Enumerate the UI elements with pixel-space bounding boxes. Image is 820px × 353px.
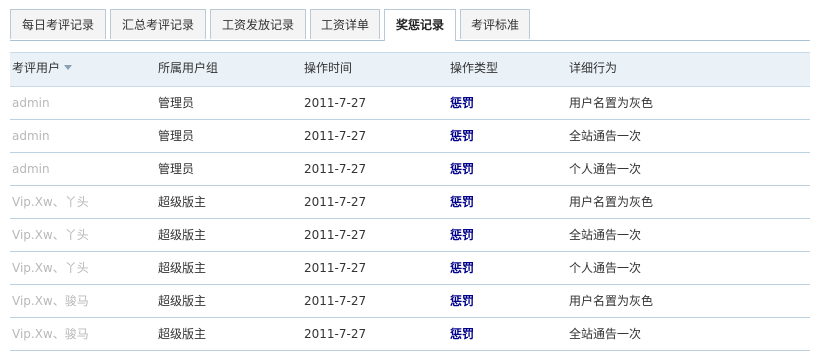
cell-type: 惩罚	[450, 294, 475, 308]
tab-reward-punishment[interactable]: 奖惩记录	[384, 9, 456, 41]
tab-salary-details[interactable]: 工资详单	[310, 9, 380, 39]
cell-type: 惩罚	[450, 195, 475, 209]
cell-detail: 全站通告一次	[569, 327, 642, 341]
cell-group: 超级版主	[158, 294, 207, 308]
tab-evaluation-standard[interactable]: 考评标准	[460, 9, 530, 39]
cell-user[interactable]: admin	[12, 153, 50, 185]
tab-summary-records[interactable]: 汇总考评记录	[110, 9, 206, 39]
cell-detail: 全站通告一次	[569, 228, 642, 242]
cell-type: 惩罚	[450, 162, 475, 176]
cell-detail: 用户名置为灰色	[569, 294, 654, 308]
cell-time: 2011-7-27	[304, 327, 367, 341]
table-header: 考评用户 所属用户组 操作时间 操作类型 详细行为	[10, 52, 810, 87]
header-time: 操作时间	[304, 61, 353, 75]
cell-group: 管理员	[158, 129, 195, 143]
cell-group: 管理员	[158, 162, 195, 176]
table-row: admin 管理员 2011-7-27 惩罚 用户名置为灰色	[10, 87, 810, 120]
cell-group: 超级版主	[158, 195, 207, 209]
table-row: Vip.Xw、丫头 超级版主 2011-7-27 惩罚 全站通告一次	[10, 219, 810, 252]
table-row: Vip.Xw、丫头 超级版主 2011-7-27 惩罚 用户名置为灰色	[10, 186, 810, 219]
cell-type: 惩罚	[450, 327, 475, 341]
cell-time: 2011-7-27	[304, 261, 367, 275]
cell-time: 2011-7-27	[304, 228, 367, 242]
cell-user[interactable]: admin	[12, 87, 50, 119]
sort-down-icon	[64, 65, 73, 70]
cell-time: 2011-7-27	[304, 129, 367, 143]
cell-time: 2011-7-27	[304, 96, 367, 110]
cell-time: 2011-7-27	[304, 294, 367, 308]
cell-detail: 用户名置为灰色	[569, 195, 654, 209]
table-row: admin 管理员 2011-7-27 惩罚 个人通告一次	[10, 153, 810, 186]
cell-group: 管理员	[158, 96, 195, 110]
header-group: 所属用户组	[158, 61, 219, 75]
table-row: admin 管理员 2011-7-27 惩罚 全站通告一次	[10, 120, 810, 153]
header-user[interactable]: 考评用户	[12, 53, 73, 86]
tab-bar: 每日考评记录 汇总考评记录 工资发放记录 工资详单 奖惩记录 考评标准	[10, 9, 820, 41]
header-user-label: 考评用户	[12, 61, 61, 75]
cell-user[interactable]: Vip.Xw、骏马	[12, 318, 89, 350]
cell-user[interactable]: Vip.Xw、骏马	[12, 285, 89, 317]
cell-group: 超级版主	[158, 261, 207, 275]
cell-detail: 用户名置为灰色	[569, 96, 654, 110]
cell-type: 惩罚	[450, 228, 475, 242]
cell-detail: 个人通告一次	[569, 162, 642, 176]
cell-user[interactable]: admin	[12, 120, 50, 152]
cell-type: 惩罚	[450, 261, 475, 275]
cell-detail: 个人通告一次	[569, 261, 642, 275]
cell-user[interactable]: Vip.Xw、丫头	[12, 219, 89, 251]
cell-user[interactable]: Vip.Xw、丫头	[12, 252, 89, 284]
cell-time: 2011-7-27	[304, 162, 367, 176]
cell-time: 2011-7-27	[304, 195, 367, 209]
tab-salary-records[interactable]: 工资发放记录	[210, 9, 306, 39]
cell-type: 惩罚	[450, 96, 475, 110]
table-row: Vip.Xw、丫头 超级版主 2011-7-27 惩罚 个人通告一次	[10, 252, 810, 285]
records-table: 考评用户 所属用户组 操作时间 操作类型 详细行为 admin 管理员 2011…	[10, 52, 810, 351]
cell-user[interactable]: Vip.Xw、丫头	[12, 186, 89, 218]
header-detail: 详细行为	[569, 61, 618, 75]
cell-group: 超级版主	[158, 327, 207, 341]
table-row: Vip.Xw、骏马 超级版主 2011-7-27 惩罚 全站通告一次	[10, 318, 810, 351]
tab-daily-records[interactable]: 每日考评记录	[10, 9, 106, 39]
cell-type: 惩罚	[450, 129, 475, 143]
cell-detail: 全站通告一次	[569, 129, 642, 143]
cell-group: 超级版主	[158, 228, 207, 242]
table-row: Vip.Xw、骏马 超级版主 2011-7-27 惩罚 用户名置为灰色	[10, 285, 810, 318]
header-type: 操作类型	[450, 61, 499, 75]
